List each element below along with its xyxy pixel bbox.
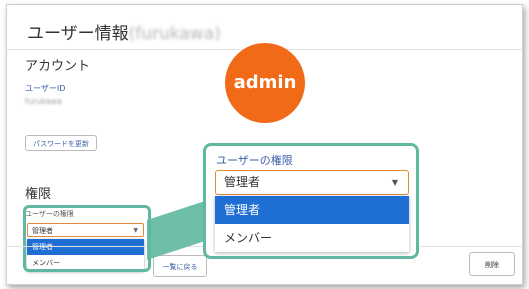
zoom-permission-label: ユーザーの権限 [216,154,293,167]
zoom-callout: ユーザーの権限 管理者 ▼ 管理者 メンバー [203,143,419,259]
zoom-select-value: 管理者 [224,175,261,189]
zoom-option-member[interactable]: メンバー [215,224,409,252]
user-info-page: ユーザー情報(furukawa) アカウント ユーザーID furukawa パ… [6,4,523,285]
zoom-permission-select[interactable]: 管理者 ▼ [215,170,409,195]
zoom-dropdown-menu: 管理者 メンバー [215,196,409,252]
zoom-option-admin[interactable]: 管理者 [215,196,409,224]
caret-down-icon: ▼ [391,178,398,187]
